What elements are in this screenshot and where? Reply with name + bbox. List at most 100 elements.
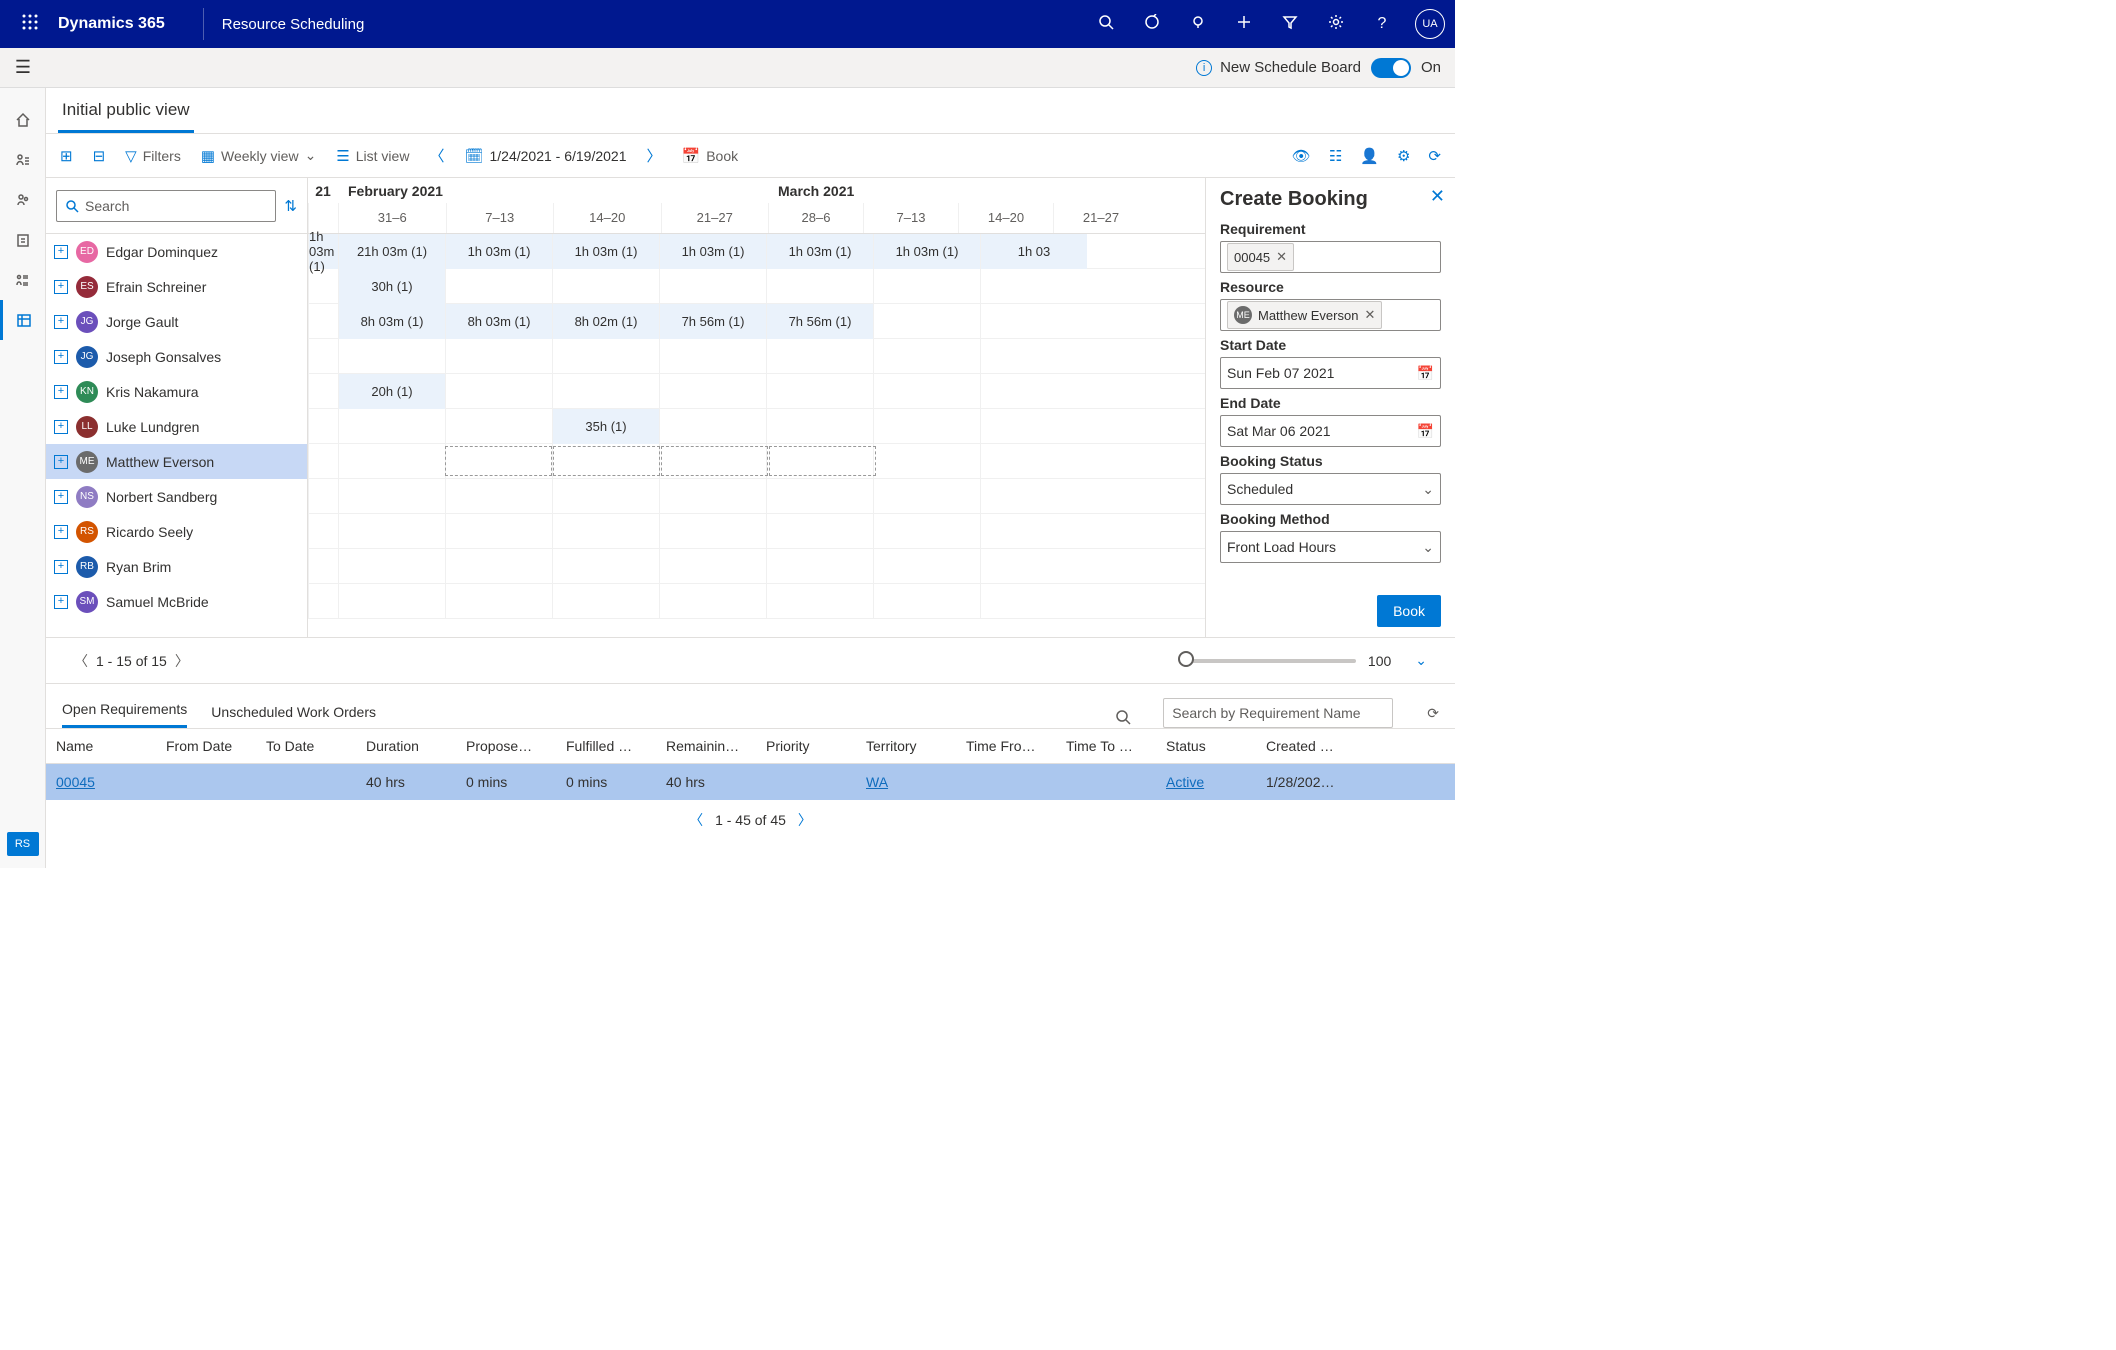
view-tab[interactable]: Initial public view <box>58 90 194 133</box>
grid-cell[interactable] <box>659 479 766 514</box>
grid-cell[interactable]: 1h 03m (1) <box>873 234 980 269</box>
grid-cell[interactable] <box>766 584 873 619</box>
grid-cell[interactable] <box>980 584 1087 619</box>
table-row[interactable]: 00045 40 hrs 0 mins 0 mins 40 hrs WA Act… <box>46 764 1455 800</box>
expand-icon[interactable]: + <box>54 245 68 259</box>
grid-cell[interactable] <box>659 374 766 409</box>
grid-cell[interactable]: 8h 02m (1) <box>552 304 659 339</box>
grid-cell[interactable] <box>338 549 445 584</box>
resource-row[interactable]: +RSRicardo Seely <box>46 514 307 549</box>
next-range-button[interactable]: 〉 <box>647 145 662 166</box>
grid-cell[interactable] <box>308 444 338 479</box>
app-badge[interactable]: RS <box>7 832 39 856</box>
resource-row[interactable]: +ESEfrain Schreiner <box>46 269 307 304</box>
nav-home-icon[interactable] <box>0 100 46 140</box>
expand-icon[interactable]: + <box>54 315 68 329</box>
grid-cell[interactable] <box>873 514 980 549</box>
grid-cell[interactable] <box>308 514 338 549</box>
grid-cell[interactable] <box>445 549 552 584</box>
grid-cell[interactable] <box>980 304 1087 339</box>
grid-cell[interactable]: 1h 03m (1) <box>445 234 552 269</box>
plus-icon[interactable] <box>1221 14 1267 35</box>
col-time-to[interactable]: Time To … <box>1056 729 1156 763</box>
collapse-all-button[interactable]: ⊟ <box>93 147 106 165</box>
grid-cell[interactable]: 7h 56m (1) <box>766 304 873 339</box>
grid-cell[interactable] <box>659 514 766 549</box>
nav-clipboard-icon[interactable] <box>0 220 46 260</box>
grid-cell[interactable] <box>445 479 552 514</box>
row-name-link[interactable]: 00045 <box>56 774 95 790</box>
search-icon[interactable] <box>1083 14 1129 35</box>
grid-cell[interactable] <box>980 444 1087 479</box>
start-date-field[interactable]: Sun Feb 07 2021📅 <box>1220 357 1441 389</box>
eye-icon[interactable]: 👁 <box>1292 147 1311 165</box>
tab-open-requirements[interactable]: Open Requirements <box>62 693 187 728</box>
resource-row[interactable]: +JGJorge Gault <box>46 304 307 339</box>
expand-icon[interactable]: + <box>54 490 68 504</box>
grid-cell[interactable] <box>552 514 659 549</box>
brand-label[interactable]: Dynamics 365 <box>58 15 165 33</box>
col-priority[interactable]: Priority <box>756 729 856 763</box>
col-time-from[interactable]: Time Fro… <box>956 729 1056 763</box>
grid-cell[interactable] <box>338 584 445 619</box>
grid-cell[interactable]: 8h 03m (1) <box>338 304 445 339</box>
grid-cell[interactable] <box>445 514 552 549</box>
grid-cell[interactable] <box>766 479 873 514</box>
grid-cell[interactable]: 7h 56m (1) <box>659 304 766 339</box>
grid-cell[interactable] <box>308 304 338 339</box>
user-avatar[interactable]: UA <box>1415 9 1445 39</box>
task-icon[interactable] <box>1129 14 1175 35</box>
grid-cell[interactable] <box>338 514 445 549</box>
tab-unscheduled-work-orders[interactable]: Unscheduled Work Orders <box>211 696 376 728</box>
grid-cell[interactable] <box>338 409 445 444</box>
row-status-link[interactable]: Active <box>1166 774 1204 790</box>
expand-icon[interactable]: + <box>54 560 68 574</box>
grid-cell[interactable] <box>873 549 980 584</box>
grid-cell[interactable] <box>308 584 338 619</box>
grid-cell[interactable]: 1h 03 <box>980 234 1087 269</box>
expand-icon[interactable]: + <box>54 525 68 539</box>
chevron-down-icon[interactable]: ⌄ <box>1422 539 1434 556</box>
col-remaining[interactable]: Remainin… <box>656 729 756 763</box>
grid-cell[interactable] <box>552 269 659 304</box>
grid-cell[interactable]: 1h 03m (1) <box>552 234 659 269</box>
refresh-icon[interactable]: ⟳ <box>1428 147 1441 165</box>
prev-page-button[interactable]: 〈 <box>689 810 703 830</box>
grid-cell[interactable] <box>980 374 1087 409</box>
grid-cell[interactable]: 30h (1) <box>338 269 445 304</box>
book-submit-button[interactable]: Book <box>1377 595 1441 627</box>
chip-remove-icon[interactable]: ✕ <box>1364 307 1375 323</box>
new-board-toggle[interactable] <box>1371 58 1411 78</box>
grid-cell[interactable] <box>552 479 659 514</box>
requirement-search-input[interactable]: Search by Requirement Name <box>1163 698 1393 728</box>
status-field[interactable]: Scheduled⌄ <box>1220 473 1441 505</box>
expand-all-button[interactable]: ⊞ <box>60 147 73 165</box>
zoom-chevron-icon[interactable]: ⌄ <box>1407 652 1435 669</box>
chevron-down-icon[interactable]: ⌄ <box>1422 481 1434 498</box>
col-created[interactable]: Created … <box>1256 729 1356 763</box>
col-from-date[interactable]: From Date <box>156 729 256 763</box>
grid-cell[interactable]: 8h 03m (1) <box>445 304 552 339</box>
expand-icon[interactable]: + <box>54 385 68 399</box>
filter-icon[interactable] <box>1267 14 1313 35</box>
nav-team-icon[interactable] <box>0 180 46 220</box>
grid-cell[interactable] <box>873 444 980 479</box>
book-button[interactable]: 📅Book <box>682 147 739 165</box>
col-status[interactable]: Status <box>1156 729 1256 763</box>
col-territory[interactable]: Territory <box>856 729 956 763</box>
grid-cell[interactable] <box>873 409 980 444</box>
expand-icon[interactable]: + <box>54 420 68 434</box>
gear-icon[interactable]: ⚙ <box>1397 147 1410 165</box>
grid-cell[interactable]: 35h (1) <box>552 409 659 444</box>
expand-icon[interactable]: + <box>54 595 68 609</box>
list-settings-icon[interactable]: ☷ <box>1329 147 1342 165</box>
grid-cell[interactable] <box>552 339 659 374</box>
grid-cell[interactable] <box>980 339 1087 374</box>
grid-cell[interactable] <box>445 374 552 409</box>
grid-cell[interactable] <box>659 339 766 374</box>
grid-cell[interactable]: 1h 03m (1) <box>308 234 338 269</box>
resource-row[interactable]: +KNKris Nakamura <box>46 374 307 409</box>
grid-cell[interactable] <box>980 514 1087 549</box>
close-icon[interactable]: ✕ <box>1430 186 1445 207</box>
grid-cell[interactable] <box>980 549 1087 584</box>
